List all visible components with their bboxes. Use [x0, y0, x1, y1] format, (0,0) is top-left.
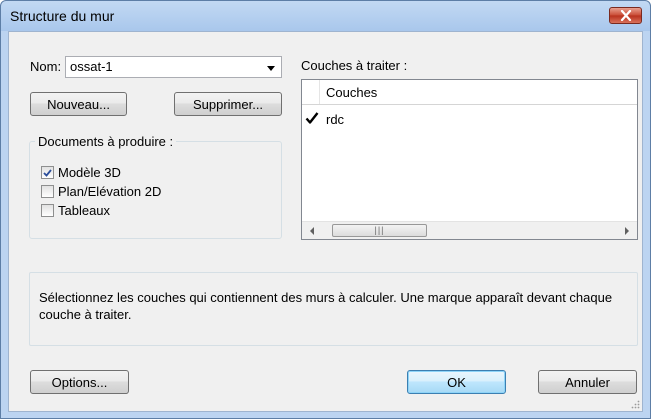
checkbox-plan-elevation-2d[interactable]: Plan/Elévation 2D	[41, 184, 161, 199]
supprimer-button[interactable]: Supprimer...	[174, 92, 282, 116]
dialog-window: Structure du mur Nom: ossat-1 Nouveau...…	[0, 0, 651, 419]
scroll-right-icon[interactable]	[625, 227, 629, 235]
nom-combobox[interactable]: ossat-1	[65, 56, 282, 78]
close-icon	[620, 10, 631, 21]
scrollbar-thumb[interactable]: |||	[332, 224, 427, 237]
couches-label: Couches à traiter :	[301, 58, 408, 73]
chevron-down-icon[interactable]	[267, 66, 275, 71]
column-header-couches[interactable]: Couches	[326, 85, 377, 100]
nom-label: Nom:	[30, 59, 62, 74]
options-button[interactable]: Options...	[30, 370, 129, 394]
checkmark-icon	[305, 112, 319, 124]
ok-button[interactable]: OK	[407, 370, 506, 394]
info-panel: Sélectionnez les couches qui contiennent…	[29, 272, 638, 346]
grip-icon: |||	[374, 225, 385, 235]
checkbox-box[interactable]	[41, 166, 54, 179]
scroll-left-icon[interactable]	[310, 227, 314, 235]
window-title: Structure du mur	[10, 8, 115, 24]
checkbox-label: Modèle 3D	[58, 165, 121, 180]
couches-listview[interactable]: Couches rdc |||	[301, 79, 638, 240]
listview-header: Couches	[302, 80, 637, 105]
nouveau-button[interactable]: Nouveau...	[30, 92, 127, 116]
horizontal-scrollbar[interactable]: |||	[302, 221, 637, 239]
checkbox-box[interactable]	[41, 204, 54, 217]
annuler-button[interactable]: Annuler	[538, 370, 637, 394]
checkbox-label: Plan/Elévation 2D	[58, 184, 162, 199]
title-bar[interactable]: Structure du mur	[1, 1, 650, 31]
list-item-label: rdc	[326, 112, 345, 127]
nom-value: ossat-1	[70, 59, 113, 74]
header-check-column[interactable]	[302, 80, 320, 104]
info-text: Sélectionnez les couches qui contiennent…	[39, 290, 613, 322]
checkbox-label: Tableaux	[58, 203, 111, 218]
documents-legend: Documents à produire :	[38, 134, 174, 149]
list-item[interactable]: rdc	[302, 110, 637, 128]
checkbox-modele-3d[interactable]: Modèle 3D	[41, 165, 121, 180]
close-button[interactable]	[609, 7, 642, 24]
checkbox-tableaux[interactable]: Tableaux	[41, 203, 110, 218]
checkbox-box[interactable]	[41, 185, 54, 198]
resize-grip-icon[interactable]	[630, 399, 640, 409]
dialog-body: Nom: ossat-1 Nouveau... Supprimer... Doc…	[8, 31, 643, 412]
checkmark-icon	[43, 168, 52, 177]
